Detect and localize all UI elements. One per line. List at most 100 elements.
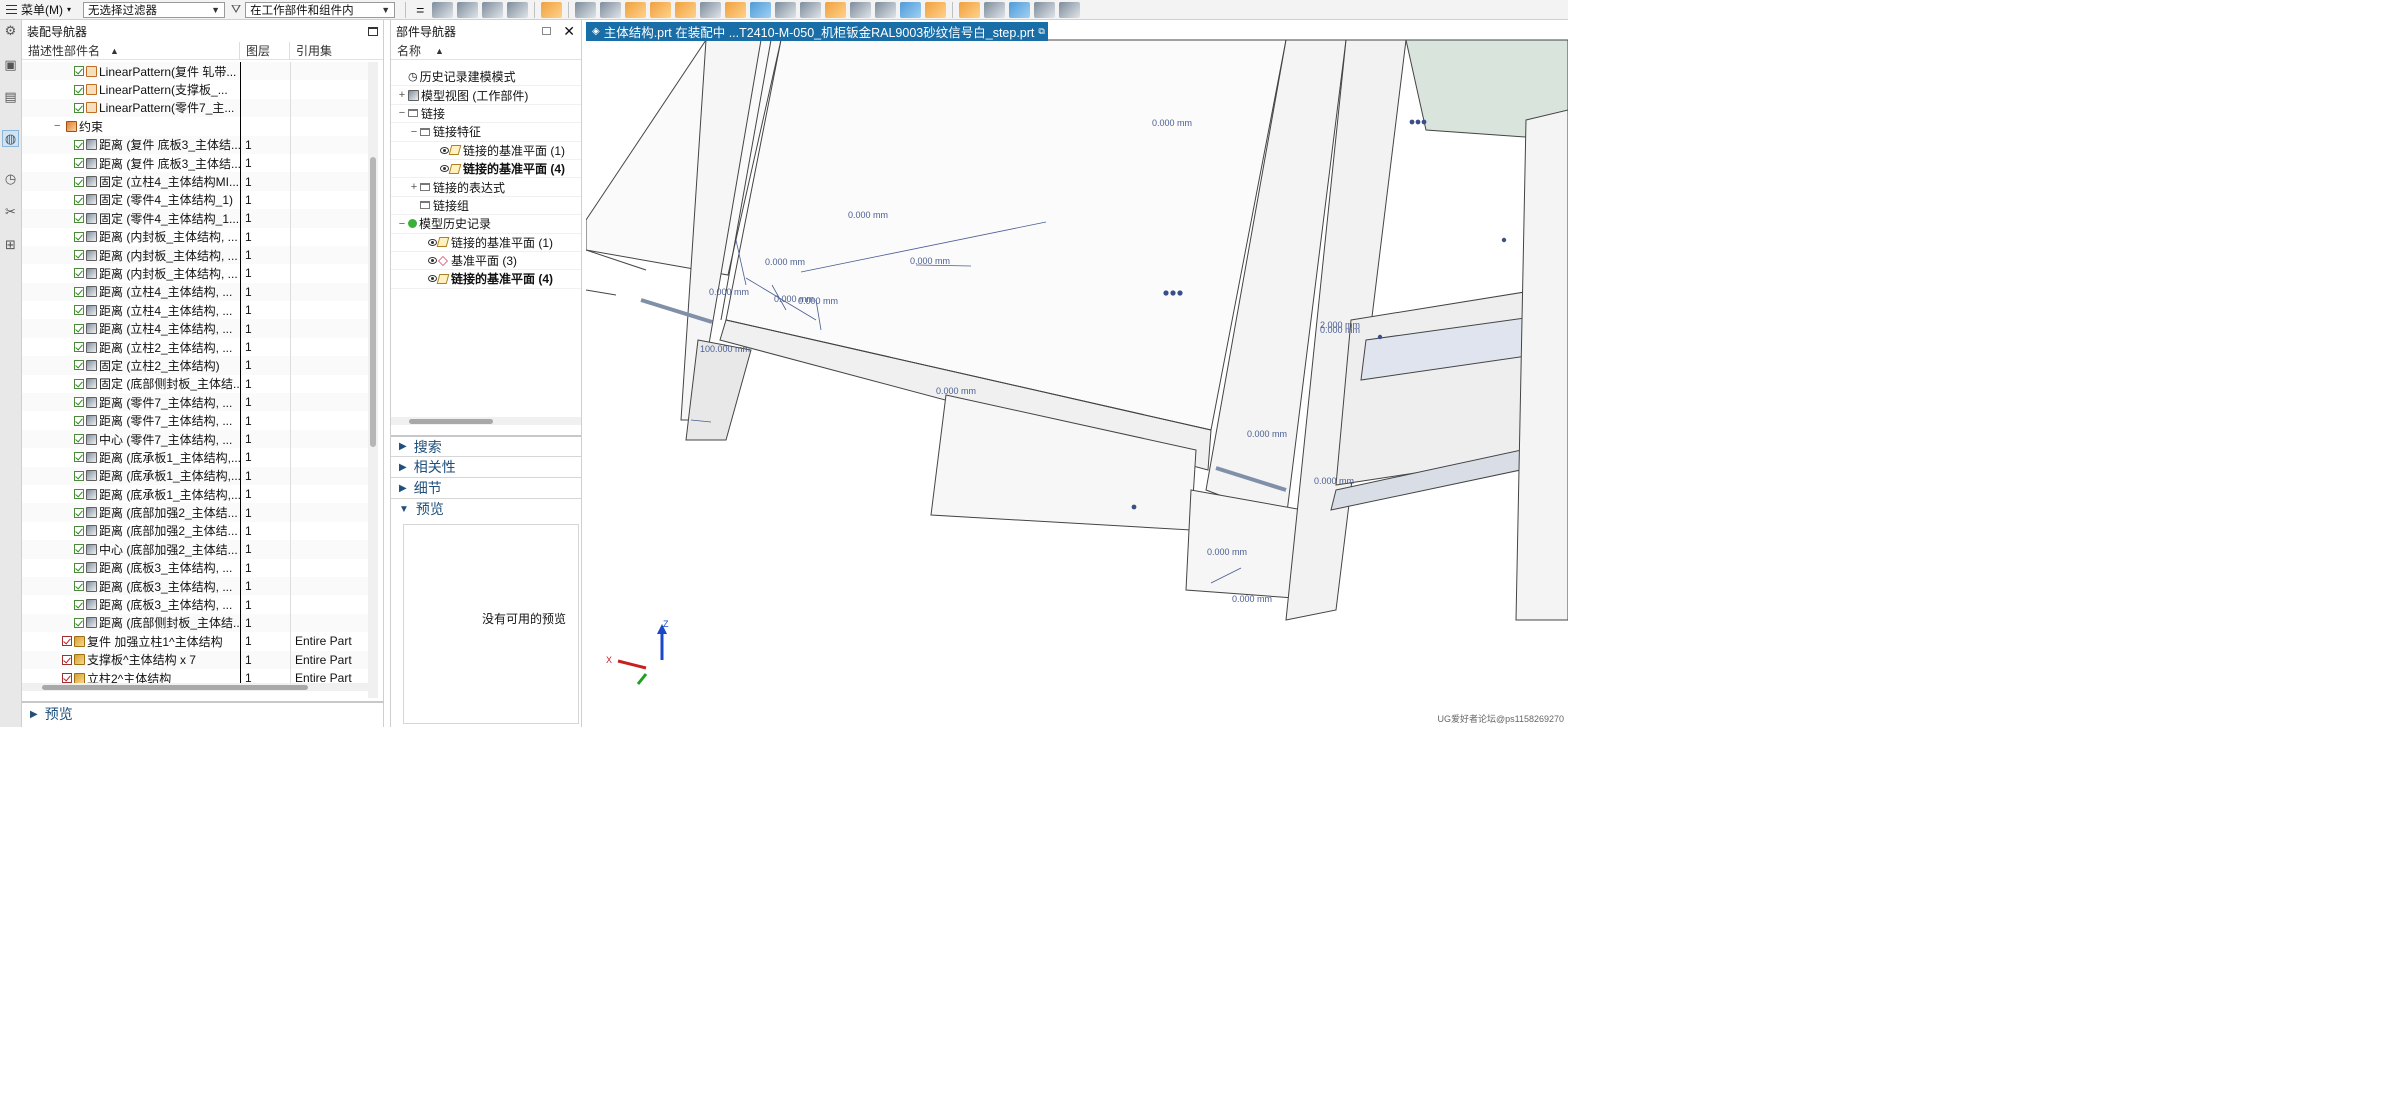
curve-icon[interactable] (750, 1, 772, 18)
tree-row[interactable]: LinearPattern(零件7_主... (22, 98, 368, 118)
tree-row[interactable]: 距离 (底部加强2_主体结... 1 (22, 521, 368, 541)
render-icon[interactable] (900, 1, 922, 18)
menu-button[interactable]: 菜单(M) ▾ (0, 0, 77, 20)
part-tree-row[interactable]: 链接的基准平面 (4) (391, 160, 581, 179)
column-name-header[interactable]: 名称 ▲ (391, 42, 581, 60)
visibility-checkbox[interactable] (74, 250, 84, 261)
dimension-label[interactable]: 0.000 mm (765, 257, 805, 267)
search-section[interactable]: ▶ 搜索 (391, 435, 581, 456)
filter-funnel-icon[interactable]: ⛛ (231, 2, 241, 17)
gear-icon[interactable] (1059, 1, 1081, 18)
web-browser-icon[interactable]: ◍ (2, 130, 19, 147)
visibility-checkbox[interactable] (74, 66, 84, 77)
extrude-icon[interactable] (725, 1, 747, 18)
maximize-icon[interactable] (368, 26, 378, 36)
visibility-checkbox[interactable] (74, 525, 84, 536)
assembly-vertical-scrollbar[interactable] (368, 62, 378, 698)
gear-assembly-icon[interactable] (482, 1, 504, 18)
measure-icon[interactable] (850, 1, 872, 18)
assembly-preview-section[interactable]: ▶ 预览 (22, 701, 384, 725)
visibility-checkbox[interactable] (74, 342, 84, 353)
collapse-icon[interactable]: − (397, 218, 407, 230)
visibility-eye-icon[interactable] (428, 257, 437, 265)
visibility-eye-icon[interactable] (428, 238, 437, 246)
sketch-icon[interactable] (800, 1, 822, 18)
dimension-label[interactable]: 0.000 mm (1207, 547, 1247, 557)
tree-row[interactable]: 距离 (底板3_主体结构, ... 1 (22, 576, 368, 596)
collapse-icon[interactable]: − (397, 107, 407, 119)
visibility-checkbox[interactable] (74, 176, 84, 187)
part-tree-row[interactable]: + 链接的表达式 (391, 178, 581, 197)
tree-row[interactable]: 复件 加强立柱1^主体结构 1 Entire Part (22, 632, 368, 651)
part-tree-row[interactable]: ◷ 历史记录建模模式 (391, 68, 581, 87)
visibility-checkbox[interactable] (62, 636, 72, 647)
visibility-checkbox[interactable] (74, 489, 84, 500)
dimension-label[interactable]: 0.000 mm (1232, 594, 1272, 604)
visibility-checkbox[interactable] (74, 213, 84, 224)
part-horizontal-scrollbar[interactable] (391, 417, 581, 425)
dimension-label[interactable]: 0.000 mm (848, 210, 888, 220)
reposition-icon[interactable] (625, 1, 647, 18)
scrollbar-thumb[interactable] (409, 419, 493, 424)
visibility-checkbox[interactable] (74, 305, 84, 316)
visibility-checkbox[interactable] (74, 102, 84, 113)
visibility-checkbox[interactable] (74, 581, 84, 592)
visibility-checkbox[interactable] (74, 415, 84, 426)
component-tool-icon[interactable] (457, 1, 479, 18)
close-tab-icon[interactable]: × (1051, 25, 1058, 39)
tree-row[interactable]: 距离 (立柱4_主体结构, ... 1 (22, 282, 368, 302)
selection-scope-dropdown[interactable]: 在工作部件和组件内 ▼ (245, 1, 396, 18)
visibility-eye-icon[interactable] (440, 146, 449, 154)
tree-row[interactable]: 中心 (零件7_主体结构, ... 1 (22, 429, 368, 449)
tree-row[interactable]: 固定 (零件4_主体结构_1) 1 (22, 190, 368, 210)
tree-row[interactable]: 距离 (内封板_主体结构, ... 1 (22, 227, 368, 246)
visibility-checkbox[interactable] (74, 84, 84, 95)
paint-icon[interactable] (925, 1, 947, 18)
dimension-label[interactable]: 100.000 mm (700, 344, 750, 354)
dimension-label[interactable]: 0.000 mm (910, 256, 950, 266)
visibility-checkbox[interactable] (74, 360, 84, 371)
brush-icon[interactable] (541, 1, 563, 18)
part-tree-row[interactable]: − 模型历史记录 (391, 215, 581, 234)
tree-row[interactable]: − 约束 (22, 117, 368, 136)
visibility-checkbox[interactable] (74, 397, 84, 408)
part-tree-row[interactable]: + 模型视图 (工作部件) (391, 86, 581, 105)
visibility-checkbox[interactable] (74, 323, 84, 334)
dimension-label[interactable]: 0.000 mm (709, 287, 749, 297)
assembly-tool-icon[interactable] (432, 1, 454, 18)
tree-row[interactable]: 距离 (立柱2_主体结构, ... 1 (22, 337, 368, 357)
tree-row[interactable]: 距离 (零件7_主体结构, ... 1 (22, 411, 368, 430)
tree-row[interactable]: 固定 (立柱2_主体结构) 1 (22, 356, 368, 375)
part-tree-row[interactable]: 链接组 (391, 197, 581, 216)
tree-row[interactable]: 距离 (底承板1_主体结构,... 1 (22, 484, 368, 504)
visibility-checkbox[interactable] (62, 673, 72, 684)
solid-box-icon[interactable] (650, 1, 672, 18)
graphics-window[interactable]: ◈ 主体结构.prt 在装配中 ...T2410-M-050_机柜钣金RAL90… (586, 20, 1568, 727)
part-tree-row[interactable]: 链接的基准平面 (1) (391, 142, 581, 160)
tree-row[interactable]: 距离 (内封板_主体结构, ... 1 (22, 264, 368, 283)
model-viewport[interactable] (586, 20, 1568, 727)
tree-row[interactable]: 中心 (底部加强2_主体结... 1 (22, 540, 368, 559)
visibility-checkbox[interactable] (74, 544, 84, 555)
dimension-label[interactable]: 0.000 mm (1247, 429, 1287, 439)
tree-row[interactable]: 距离 (立柱4_主体结构, ... 1 (22, 301, 368, 320)
scrollbar-thumb[interactable] (42, 685, 308, 690)
tree-row[interactable]: 距离 (底板3_主体结构, ... 1 (22, 558, 368, 577)
dependencies-section[interactable]: ▶ 相关性 (391, 456, 581, 477)
part-file-tab[interactable]: ◈ 主体结构.prt 在装配中 ...T2410-M-050_机柜钣金RAL90… (586, 22, 1058, 41)
expand-icon[interactable]: + (397, 89, 407, 101)
tree-row[interactable]: 距离 (底部加强2_主体结... 1 (22, 503, 368, 522)
image-icon[interactable] (1009, 1, 1031, 18)
tree-row[interactable]: 固定 (底部侧封板_主体结... 1 (22, 374, 368, 394)
tree-row[interactable]: 距离 (底承板1_主体结构,... 1 (22, 448, 368, 467)
collapse-icon[interactable]: − (409, 126, 419, 138)
visibility-checkbox[interactable] (74, 434, 84, 444)
dimension-label[interactable]: 0.000 mm (798, 296, 838, 306)
replace-component-icon[interactable] (775, 1, 797, 18)
part-navigator-icon[interactable]: ▤ (2, 88, 19, 105)
tree-row[interactable]: 距离 (立柱4_主体结构, ... 1 (22, 319, 368, 338)
visibility-checkbox[interactable] (74, 286, 84, 297)
part-tree-row[interactable]: 基准平面 (3) (391, 252, 581, 271)
scrollbar-thumb[interactable] (370, 157, 376, 447)
visibility-eye-icon[interactable] (440, 165, 449, 173)
